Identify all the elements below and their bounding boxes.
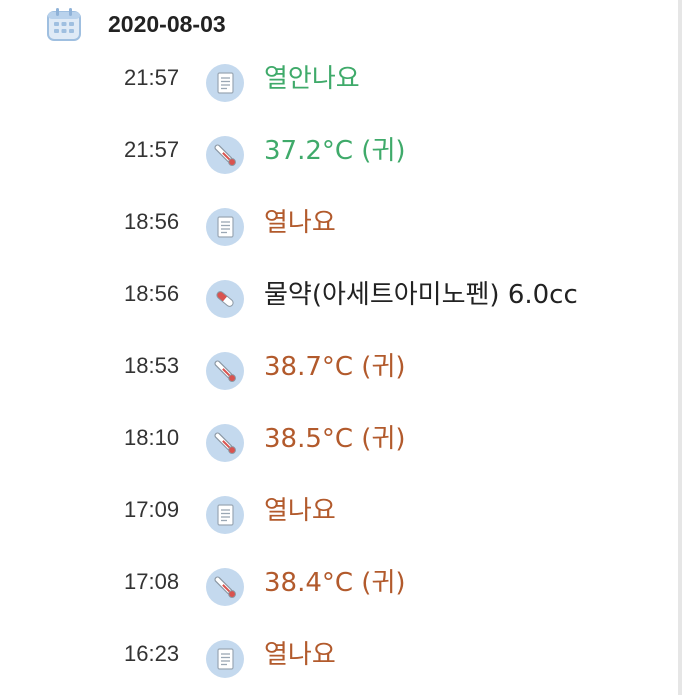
entry-text: 열나요 [264, 496, 336, 526]
date-header: 2020-08-03 [46, 6, 226, 42]
entry-time: 21:57 [124, 137, 180, 162]
memo-icon [206, 640, 244, 678]
right-border [678, 0, 682, 695]
thermometer-icon [206, 136, 244, 174]
list-item[interactable]: 16:23 열나요 [0, 640, 660, 680]
list-item[interactable]: 18:53 38.7°C (귀) [0, 352, 660, 392]
entry-text: 38.7°C (귀) [264, 352, 406, 382]
entry-text: 물약(아세트아미노펜) 6.0cc [264, 280, 578, 310]
entry-time: 18:53 [124, 353, 180, 378]
entry-time: 17:08 [124, 569, 180, 594]
entry-time: 16:23 [124, 641, 180, 666]
list-item[interactable]: 21:57 37.2°C (귀) [0, 136, 660, 176]
memo-icon [206, 64, 244, 102]
entry-time: 17:09 [124, 497, 180, 522]
entry-time: 21:57 [124, 65, 180, 90]
entry-text: 열나요 [264, 640, 336, 670]
calendar-icon [47, 8, 81, 41]
entry-text: 38.5°C (귀) [264, 424, 406, 454]
entry-time: 18:10 [124, 425, 180, 450]
entry-text: 열나요 [264, 208, 336, 238]
list-item[interactable]: 21:57 열안나요 [0, 64, 660, 104]
memo-icon [206, 496, 244, 534]
pill-icon [206, 280, 244, 318]
entry-text: 열안나요 [264, 64, 360, 94]
entry-text: 37.2°C (귀) [264, 136, 406, 166]
list-item[interactable]: 18:10 38.5°C (귀) [0, 424, 660, 464]
list-item[interactable]: 17:08 38.4°C (귀) [0, 568, 660, 608]
entry-time: 18:56 [124, 281, 180, 306]
list-item[interactable]: 18:56 열나요 [0, 208, 660, 248]
thermometer-icon [206, 352, 244, 390]
date-label: 2020-08-03 [108, 10, 226, 37]
thermometer-icon [206, 568, 244, 606]
list-item[interactable]: 18:56 물약(아세트아미노펜) 6.0cc [0, 280, 660, 320]
entry-text: 38.4°C (귀) [264, 568, 406, 598]
thermometer-icon [206, 424, 244, 462]
list-item[interactable]: 17:09 열나요 [0, 496, 660, 536]
memo-icon [206, 208, 244, 246]
entry-time: 18:56 [124, 209, 180, 234]
